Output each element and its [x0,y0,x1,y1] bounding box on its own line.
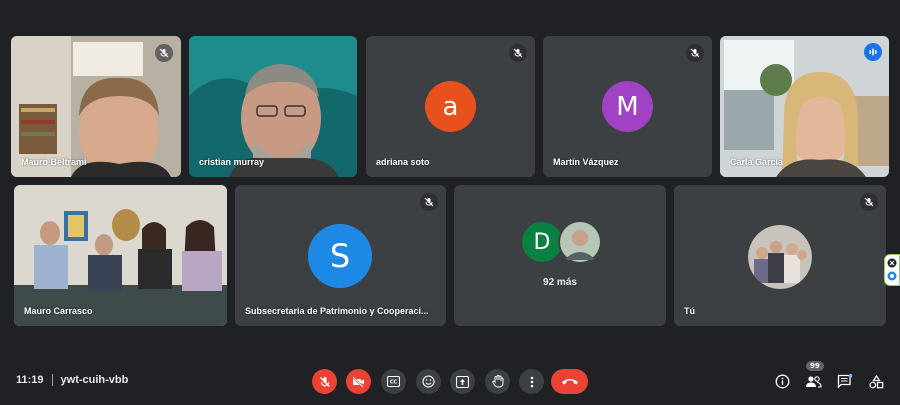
info-icon [775,374,790,389]
people-count-badge: 99 [806,361,824,371]
emoji-icon [422,375,435,388]
meeting-info: 11:19 ywt-cuih-vbb [16,374,128,386]
hang-up-icon [561,379,578,385]
participant-name: Martín Vázquez [553,157,619,167]
participant-name: Mauro Carrasco [24,306,93,316]
captions-button[interactable]: CC [381,369,406,394]
participant-name: Subsecretaria de Patrimonio y Cooperaci.… [245,306,429,316]
raise-hand-button[interactable] [485,369,510,394]
participant-video [14,185,227,326]
self-avatar-photo [748,225,812,289]
participant-name: Mauro Beltrami [21,157,87,167]
microphone-toggle-button[interactable] [312,369,337,394]
participant-name: Carla García [730,157,784,167]
svg-text:CC: CC [390,379,398,385]
leave-call-button[interactable] [551,369,588,394]
hand-icon [491,375,503,388]
more-participants-label: 92 más [543,277,577,288]
participant-video [189,36,357,177]
more-options-button[interactable] [519,369,544,394]
avatar: S [308,224,372,288]
participant-tile-adriana-soto[interactable]: a adriana soto [366,36,535,177]
reactions-button[interactable] [416,369,441,394]
avatar: a [425,81,476,132]
side-extension-widget[interactable] [884,254,900,286]
captions-icon: CC [387,376,400,387]
mic-off-icon [319,376,330,387]
mic-off-icon [420,193,438,211]
avatar-initial: S [329,237,351,275]
avatar-photo [558,220,602,264]
meeting-time: 11:19 [16,374,44,386]
avatar-initial: D [533,229,551,255]
participant-tile-mauro-carrasco[interactable]: Mauro Carrasco [14,185,227,326]
mic-off-icon [155,44,173,62]
present-icon [456,375,469,388]
participant-tile-carla-garcia[interactable]: Carla García [720,36,889,177]
chat-icon [837,374,852,389]
mic-off-icon [686,44,704,62]
participant-name: Tú [684,306,695,316]
meeting-details-button[interactable] [770,369,795,394]
participant-video [720,36,889,177]
participant-tile-self[interactable]: Tú [674,185,886,326]
participant-tile-martin-vazquez[interactable]: M Martín Vázquez [543,36,712,177]
people-button[interactable]: 99 [801,361,826,394]
mic-off-icon [860,193,878,211]
participant-name: adriana soto [376,157,430,167]
overflow-participants-tile[interactable]: D 92 más [454,185,666,326]
avatar: M [602,81,653,132]
avatar-initial: M [616,91,639,122]
meeting-code: ywt-cuih-vbb [60,374,129,386]
avatar-initial: a [442,91,459,122]
speaking-indicator-icon [864,43,882,61]
extension-icon [887,258,897,281]
chat-button[interactable] [832,369,857,394]
shapes-icon [869,374,884,388]
camera-off-icon [352,375,364,388]
present-screen-button[interactable] [450,369,475,394]
participant-tile-cristian-murray[interactable]: cristian murray [189,36,357,177]
mic-off-icon [509,44,527,62]
activities-button[interactable] [864,369,889,394]
camera-toggle-button[interactable] [346,369,371,394]
participant-name: cristian murray [199,157,265,167]
separator [51,374,53,386]
participant-tile-subsecretaria[interactable]: S Subsecretaria de Patrimonio y Cooperac… [235,185,446,326]
more-vert-icon [530,376,533,387]
people-icon [806,376,822,388]
participant-tile-mauro-beltrami[interactable]: Mauro Beltrami [11,36,181,177]
